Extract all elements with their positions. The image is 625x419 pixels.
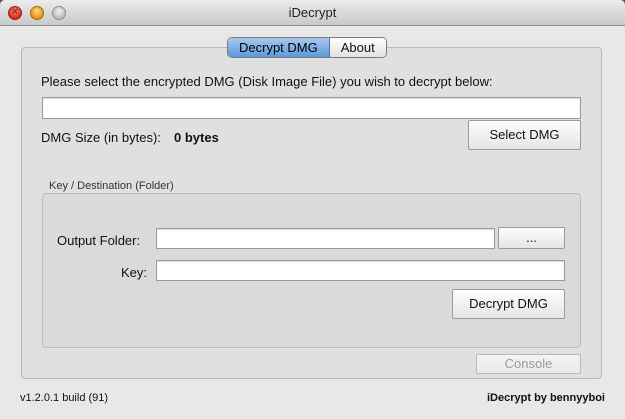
- output-folder-field[interactable]: [156, 228, 495, 249]
- group-title: Key / Destination (Folder): [49, 180, 174, 192]
- select-dmg-prompt: Please select the encrypted DMG (Disk Im…: [41, 74, 493, 89]
- version-label: v1.2.0.1 build (91): [20, 392, 109, 404]
- credit-label: iDecrypt by bennyyboi: [487, 392, 605, 404]
- output-folder-label: Output Folder:: [57, 233, 141, 248]
- browse-folder-button[interactable]: ...: [498, 227, 565, 249]
- title-bar[interactable]: × iDecrypt: [0, 0, 625, 26]
- console-button[interactable]: Console: [476, 354, 581, 374]
- key-label: Key:: [121, 265, 148, 280]
- tab-about[interactable]: About: [329, 38, 386, 57]
- key-field[interactable]: [156, 260, 565, 281]
- tab-decrypt-dmg[interactable]: Decrypt DMG: [228, 38, 330, 57]
- dmg-size-value: 0 bytes: [174, 130, 219, 145]
- dmg-path-field[interactable]: [42, 97, 581, 119]
- app-window: × iDecrypt Decrypt DMG About Please sele…: [0, 0, 625, 419]
- select-dmg-button[interactable]: Select DMG: [468, 120, 581, 150]
- dmg-size-label: DMG Size (in bytes):: [41, 130, 161, 145]
- decrypt-dmg-button[interactable]: Decrypt DMG: [452, 289, 565, 319]
- main-content: Decrypt DMG About Please select the encr…: [0, 27, 625, 419]
- tab-bar: Decrypt DMG About: [227, 37, 387, 58]
- window-title: iDecrypt: [288, 5, 337, 20]
